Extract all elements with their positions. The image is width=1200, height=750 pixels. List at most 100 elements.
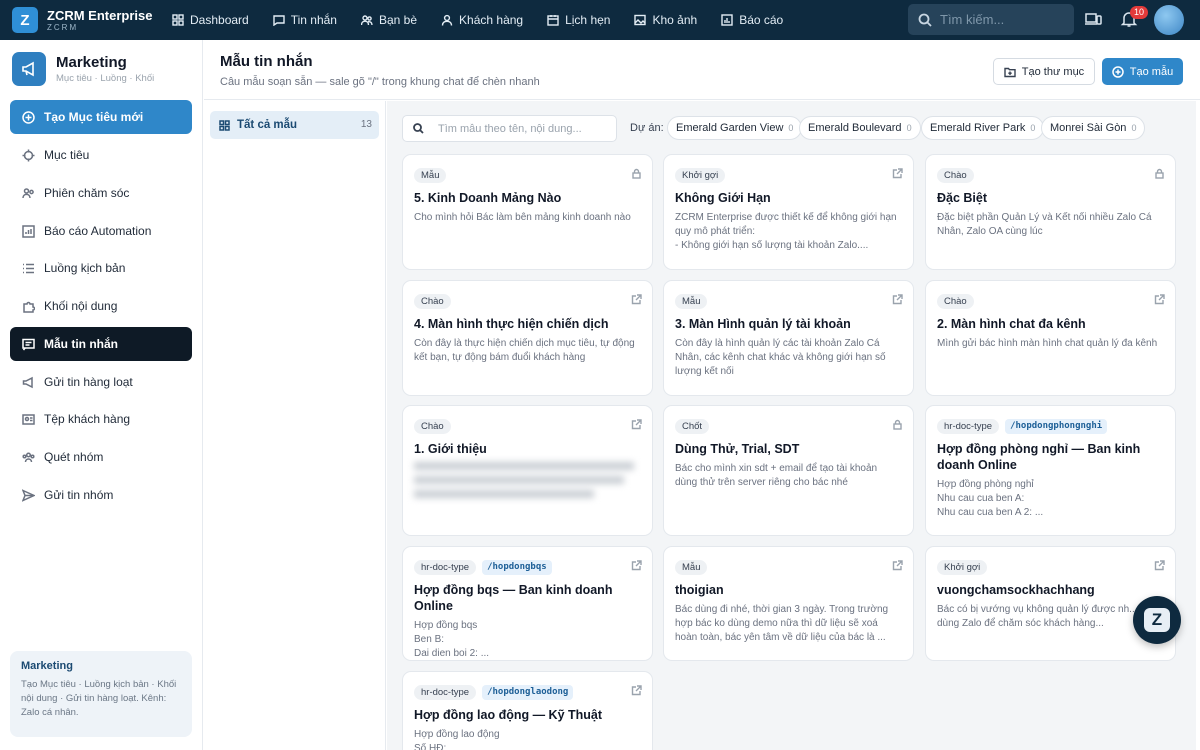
- template-card[interactable]: Khởi gợi Không Giới Hạn ZCRM Enterprise …: [663, 154, 914, 270]
- template-title: 2. Màn hình chat đa kênh: [937, 317, 1086, 331]
- sidebar-item-customer-files[interactable]: Tệp khách hàng: [10, 402, 192, 436]
- project-chip[interactable]: Emerald Garden View 0: [667, 116, 803, 140]
- sidebar-item-content-blocks[interactable]: Khối nội dung: [10, 289, 192, 323]
- template-title: thoigian: [675, 583, 724, 597]
- nav-dashboard[interactable]: Dashboard: [160, 0, 261, 40]
- template-preview-blurred: [414, 462, 641, 498]
- template-card[interactable]: Mẫu thoigian Bác dùng đi nhé, thời gian …: [663, 546, 914, 661]
- global-search-input[interactable]: Tìm kiếm...: [908, 4, 1074, 35]
- lock-icon: [1154, 168, 1165, 179]
- list-icon: [23, 263, 34, 273]
- share-icon[interactable]: [631, 294, 642, 305]
- template-search-input[interactable]: Tìm mẫu theo tên, nội dung...: [402, 115, 617, 142]
- image-icon: [634, 14, 647, 26]
- sidebar-item-flows[interactable]: Luồng kịch bản: [10, 251, 192, 285]
- template-card[interactable]: hr-doc-type /hopdongbqs Hợp đồng bqs — B…: [402, 546, 653, 661]
- nav-gallery[interactable]: Kho ảnh: [622, 0, 709, 40]
- nav-messages[interactable]: Tin nhắn: [261, 0, 349, 40]
- sidebar-item-label: Tạo Mục tiêu mới: [44, 110, 144, 124]
- sidebar-item-message-templates[interactable]: Mẫu tin nhắn: [10, 327, 192, 361]
- sidebar-item-bulk-send[interactable]: Gửi tin hàng loạt: [10, 365, 192, 399]
- template-tag: Mẫu: [414, 167, 447, 183]
- top-nav: Dashboard Tin nhắn Bạn bè Khách hàng Lịc…: [160, 0, 795, 40]
- user-icon: [441, 14, 453, 26]
- template-title: Không Giới Hạn: [675, 191, 771, 205]
- sidebar-header: Marketing Mục tiêu · Luồng · Khối: [0, 40, 202, 98]
- template-card[interactable]: hr-doc-type /hopdongphongnghi Hợp đồng p…: [925, 405, 1176, 536]
- template-card[interactable]: Mẫu 5. Kinh Doanh Mảng Nào Cho mình hỏi …: [402, 154, 653, 270]
- share-icon[interactable]: [631, 685, 642, 696]
- share-icon[interactable]: [892, 560, 903, 571]
- template-tag: Chào: [414, 418, 451, 434]
- template-card[interactable]: Chào Đặc Biệt Đặc biệt phần Quản Lý và K…: [925, 154, 1176, 270]
- template-card[interactable]: Chào 4. Màn hình thực hiện chiến dịch Cò…: [402, 280, 653, 396]
- puzzle-icon: [23, 301, 35, 313]
- folder-item-all[interactable]: Tất cả mẫu 13: [210, 111, 379, 139]
- template-card[interactable]: Chào 1. Giới thiệu: [402, 405, 653, 536]
- template-shortcut: /hopdongbqs: [482, 559, 552, 575]
- chip-label: Emerald Boulevard: [808, 122, 902, 134]
- nav-reports[interactable]: Báo cáo: [709, 0, 795, 40]
- share-icon[interactable]: [892, 168, 903, 179]
- template-preview: Cho mình hỏi Bác làm bên mảng kinh doanh…: [414, 212, 631, 223]
- sidebar-item-scan-groups[interactable]: Quét nhóm: [10, 440, 192, 474]
- chip-label: Monrei Sài Gòn: [1050, 122, 1127, 134]
- template-tag: hr-doc-type: [937, 418, 1000, 434]
- page-title: Mẫu tin nhắn: [220, 53, 313, 70]
- create-template-button[interactable]: Tạo mẫu: [1102, 58, 1183, 85]
- template-card[interactable]: Chốt Dùng Thử, Trial, SDT Bác cho mình x…: [663, 405, 914, 536]
- brand[interactable]: Z ZCRM Enterprise ZCRM: [0, 7, 160, 33]
- template-preview: Hợp đồng bqs Ben B: Dai dien boi 2: ...: [414, 620, 490, 659]
- template-tag: Chào: [414, 293, 451, 309]
- template-tag: Chào: [937, 293, 974, 309]
- template-card[interactable]: hr-doc-type /hopdonglaodong Hợp đồng lao…: [402, 671, 653, 750]
- template-preview: Mình gửi bác hình màn hình chat quản lý …: [937, 338, 1158, 349]
- sidebar-item-label: Quét nhóm: [44, 450, 104, 464]
- share-icon[interactable]: [631, 419, 642, 430]
- template-preview: Còn đây là hình quản lý các tài khoản Za…: [675, 338, 886, 377]
- sidebar-item-goals[interactable]: Mục tiêu: [10, 138, 192, 172]
- button-label: Tạo mẫu: [1129, 65, 1174, 78]
- sidebar-item-label: Tệp khách hàng: [44, 412, 131, 426]
- share-icon[interactable]: [631, 560, 642, 571]
- grid-icon: [172, 14, 184, 26]
- create-folder-button[interactable]: Tạo thư mục: [993, 58, 1095, 85]
- chat-icon: [273, 15, 285, 26]
- share-icon[interactable]: [1154, 294, 1165, 305]
- nav-customers[interactable]: Khách hàng: [429, 0, 535, 40]
- template-preview: Bác cho mình xin sdt + email để tạo tài …: [675, 463, 878, 488]
- lock-icon: [631, 168, 642, 179]
- nav-label: Bạn bè: [378, 13, 418, 27]
- template-card[interactable]: Chào 2. Màn hình chat đa kênh Mình gửi b…: [925, 280, 1176, 396]
- template-title: 3. Màn Hình quản lý tài khoản: [675, 317, 851, 331]
- nav-friends[interactable]: Bạn bè: [349, 0, 429, 40]
- nav-label: Tin nhắn: [290, 13, 337, 27]
- template-title: vuongchamsockhachhang: [937, 583, 1095, 597]
- project-filter-label: Dự án:: [630, 122, 664, 134]
- project-chip[interactable]: Emerald River Park 0: [921, 116, 1045, 140]
- search-icon: [413, 123, 424, 134]
- sidebar-item-send-groups[interactable]: Gửi tin nhóm: [10, 478, 192, 512]
- app-logo: Z: [12, 7, 38, 33]
- nav-label: Khách hàng: [459, 13, 524, 27]
- chip-label: Emerald Garden View: [676, 122, 784, 134]
- megaphone-icon: [12, 52, 46, 86]
- sidebar-item-care-sessions[interactable]: Phiên chăm sóc: [10, 176, 192, 210]
- grid-icon: [219, 119, 230, 131]
- nav-calendar[interactable]: Lịch hẹn: [535, 0, 622, 40]
- target-icon: [22, 149, 35, 161]
- template-card[interactable]: Mẫu 3. Màn Hình quản lý tài khoản Còn đâ…: [663, 280, 914, 396]
- devices-button[interactable]: [1084, 10, 1104, 30]
- share-icon[interactable]: [1154, 560, 1165, 571]
- avatar[interactable]: [1154, 5, 1184, 35]
- project-chip[interactable]: Monrei Sài Gòn 0: [1041, 116, 1146, 140]
- chat-widget-button[interactable]: Z: [1133, 596, 1181, 644]
- create-goal-button[interactable]: Tạo Mục tiêu mới: [10, 100, 192, 134]
- plus-circle-icon: [22, 110, 35, 124]
- sidebar-item-label: Gửi tin hàng loạt: [44, 375, 133, 389]
- sidebar-item-automation-report[interactable]: Báo cáo Automation: [10, 214, 192, 248]
- share-icon[interactable]: [892, 294, 903, 305]
- project-chip[interactable]: Emerald Boulevard 0: [799, 116, 921, 140]
- template-preview: Đặc biệt phần Quản Lý và Kết nối nhiều Z…: [937, 212, 1152, 237]
- template-tag: Mẫu: [675, 559, 708, 575]
